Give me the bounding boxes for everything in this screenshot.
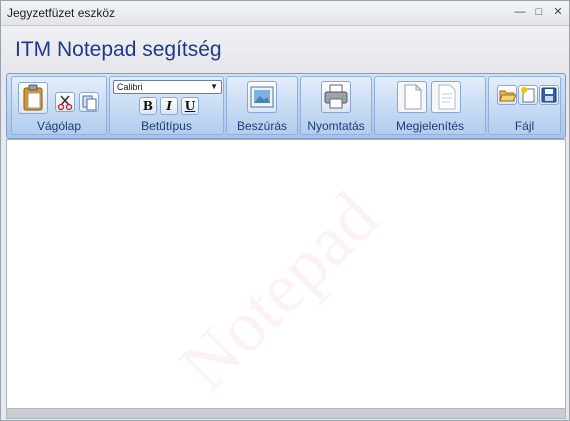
underline-button[interactable]: U <box>181 97 199 115</box>
insert-group-label: Beszúrás <box>236 119 288 133</box>
insert-image-button[interactable] <box>247 81 277 113</box>
maximize-icon[interactable]: □ <box>532 6 546 18</box>
file-group-label: Fájl <box>514 119 535 133</box>
status-bar <box>6 408 566 419</box>
copy-button[interactable] <box>79 92 99 112</box>
print-group: Nyomtatás <box>300 76 372 135</box>
window-title: Jegyzetfüzet eszköz <box>7 6 116 20</box>
ribbon-toolbar: Vágólap Calibri ▼ B I U Betűtípus Beszúr… <box>6 73 566 139</box>
print-button[interactable] <box>321 81 351 113</box>
font-group-label: Betűtípus <box>141 119 192 133</box>
clipboard-group-label: Vágólap <box>36 119 82 133</box>
new-file-button[interactable] <box>518 85 538 105</box>
notepad-watermark: Notepad <box>164 176 394 406</box>
paste-icon <box>23 84 43 111</box>
italic-button[interactable]: I <box>160 97 178 115</box>
scissors-icon <box>57 95 73 111</box>
floppy-disk-icon <box>541 87 557 103</box>
minimize-icon[interactable]: — <box>513 6 527 18</box>
font-family-select[interactable]: Calibri ▼ <box>113 80 222 94</box>
insert-group: Beszúrás <box>226 76 298 135</box>
cut-button[interactable] <box>55 92 75 112</box>
close-icon[interactable]: ✕ <box>551 6 565 18</box>
copy-icon <box>82 95 97 111</box>
clipboard-group: Vágólap <box>11 76 107 135</box>
app-title: ITM Notepad segítség <box>15 38 222 61</box>
page-view-button[interactable] <box>397 81 427 113</box>
header: ITM Notepad segítség <box>1 26 569 73</box>
bold-button[interactable]: B <box>139 97 157 115</box>
font-family-value: Calibri <box>117 82 143 92</box>
image-icon <box>250 86 274 108</box>
page-icon <box>404 83 423 110</box>
text-page-icon <box>438 84 456 110</box>
title-bar[interactable]: Jegyzetfüzet eszköz — □ ✕ <box>1 1 569 26</box>
paste-button[interactable] <box>18 82 48 114</box>
text-editor-area[interactable]: Notepad <box>6 139 566 409</box>
text-view-button[interactable] <box>431 81 461 113</box>
printer-icon <box>324 84 348 109</box>
save-button[interactable] <box>539 85 559 105</box>
open-file-button[interactable] <box>497 85 517 105</box>
view-group: Megjelenítés <box>374 76 486 135</box>
print-group-label: Nyomtatás <box>307 119 365 133</box>
app-window: Jegyzetfüzet eszköz — □ ✕ ITM Notepad se… <box>0 0 570 421</box>
font-group: Calibri ▼ B I U Betűtípus <box>109 76 224 135</box>
file-group: Fájl <box>488 76 561 135</box>
view-group-label: Megjelenítés <box>395 119 465 133</box>
new-file-icon <box>521 87 535 103</box>
chevron-down-icon: ▼ <box>210 82 218 91</box>
folder-open-icon <box>499 90 517 102</box>
